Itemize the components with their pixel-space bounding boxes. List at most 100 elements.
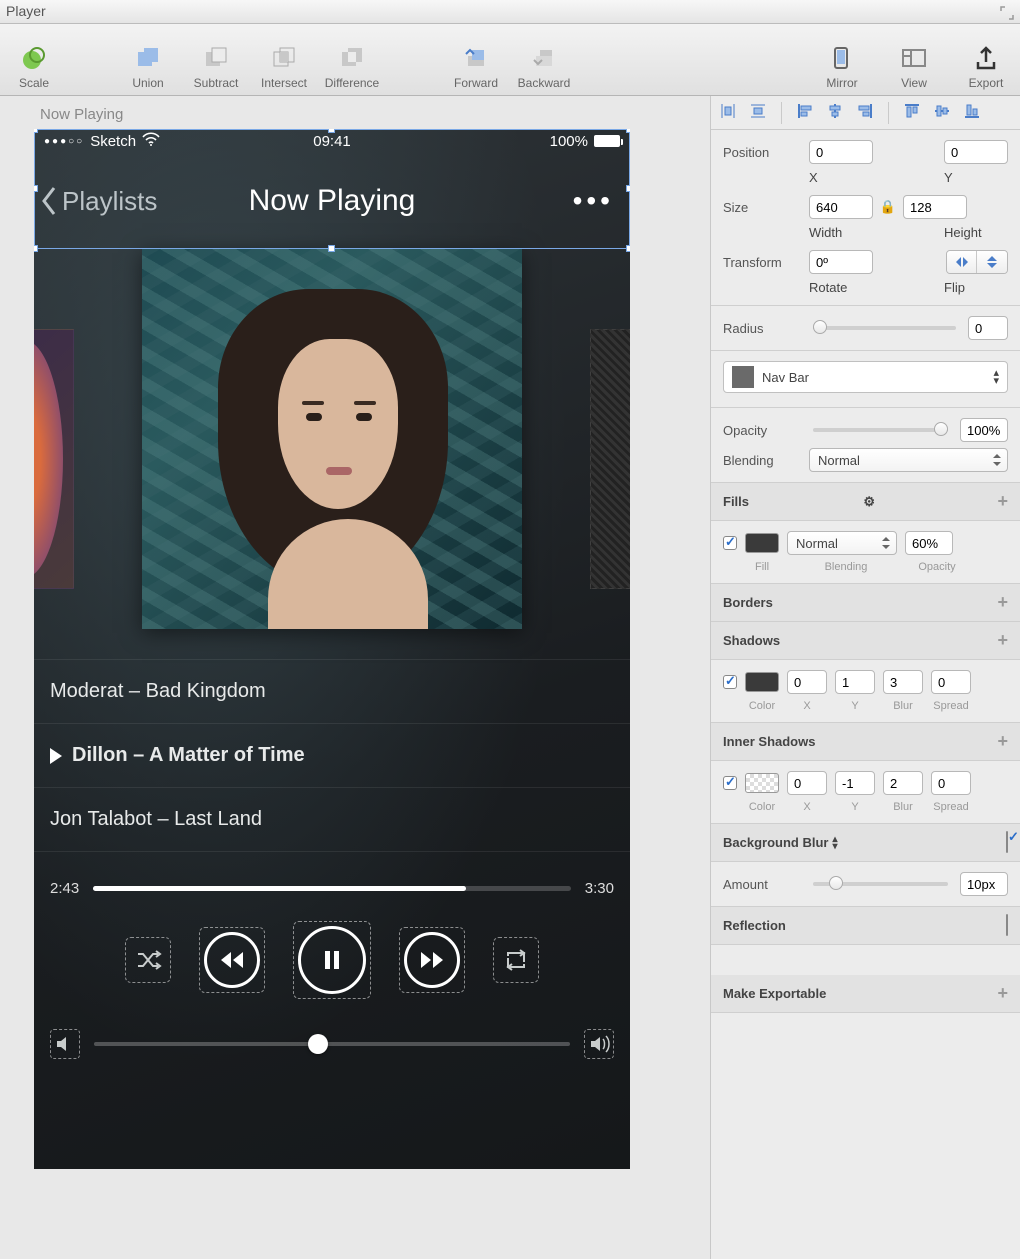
width-input[interactable]: [809, 195, 873, 219]
radius-slider[interactable]: [813, 326, 956, 330]
forward-button[interactable]: [404, 932, 460, 988]
reflection-checkbox[interactable]: [1006, 914, 1008, 936]
bgblur-checkbox[interactable]: [1006, 831, 1008, 853]
canvas[interactable]: Now Playing ●●●○○ Sketch 09:41 100%: [0, 96, 710, 1259]
artboard-label[interactable]: Now Playing: [40, 106, 710, 123]
view-button[interactable]: View: [884, 30, 944, 90]
radius-input[interactable]: [968, 316, 1008, 340]
bgblur-slider[interactable]: [813, 882, 948, 886]
shadow-blur-input[interactable]: [883, 670, 923, 694]
toolbar: Scale Union Subtract Intersect Differenc…: [0, 24, 1020, 96]
opacity-input[interactable]: [960, 418, 1008, 442]
blending-select[interactable]: Normal: [809, 448, 1008, 472]
chevron-updown-icon[interactable]: ▴▾: [832, 836, 837, 850]
subtract-icon: [202, 44, 230, 72]
inner-shadows-header: Inner Shadows +: [711, 723, 1020, 761]
fill-opacity-input[interactable]: [905, 531, 953, 555]
position-label: Position: [723, 145, 801, 160]
shadow-x-input[interactable]: [787, 670, 827, 694]
window-titlebar: Player: [0, 0, 1020, 24]
progress-track[interactable]: [93, 886, 571, 891]
backward-button[interactable]: Backward: [514, 30, 574, 90]
shadow-y-input[interactable]: [835, 670, 875, 694]
shadow-color-swatch[interactable]: [745, 672, 779, 692]
add-shadow-button[interactable]: +: [997, 630, 1008, 651]
inner-shadow-checkbox[interactable]: [723, 776, 737, 790]
mirror-button[interactable]: Mirror: [812, 30, 872, 90]
progress-bar[interactable]: 2:43 3:30: [50, 880, 614, 897]
inner-shadow-blur-input[interactable]: [883, 771, 923, 795]
position-x-input[interactable]: [809, 140, 873, 164]
lock-aspect-icon[interactable]: 🔒: [881, 198, 895, 216]
subtract-button[interactable]: Subtract: [186, 30, 246, 90]
inner-shadow-x-input[interactable]: [787, 771, 827, 795]
add-export-button[interactable]: +: [997, 983, 1008, 1004]
align-middle-icon[interactable]: [933, 102, 951, 123]
track-row[interactable]: Dillon – A Matter of Time: [34, 724, 630, 788]
add-border-button[interactable]: +: [997, 592, 1008, 613]
status-bar: ●●●○○ Sketch 09:41 100%: [34, 129, 630, 153]
more-button[interactable]: •••: [573, 185, 614, 217]
prev-album-cover[interactable]: [34, 329, 74, 589]
album-covers[interactable]: [34, 249, 630, 629]
align-center-h-icon[interactable]: [826, 102, 844, 123]
next-album-cover[interactable]: [590, 329, 630, 589]
align-toolbar: [711, 96, 1020, 130]
height-input[interactable]: [903, 195, 967, 219]
fill-checkbox[interactable]: [723, 536, 737, 550]
pause-button[interactable]: [298, 926, 366, 994]
inner-shadow-y-input[interactable]: [835, 771, 875, 795]
position-y-input[interactable]: [944, 140, 1008, 164]
back-button[interactable]: Playlists: [34, 186, 157, 217]
bgblur-header: Background Blur ▴▾: [711, 824, 1020, 862]
layer-style-select[interactable]: Nav Bar ▴▾: [723, 361, 1008, 393]
track-row[interactable]: Jon Talabot – Last Land: [34, 788, 630, 852]
scale-button[interactable]: Scale: [4, 30, 64, 90]
rewind-button[interactable]: [204, 932, 260, 988]
volume-track[interactable]: [94, 1042, 570, 1046]
gear-icon[interactable]: ⚙: [863, 494, 875, 510]
forward-button[interactable]: Forward: [446, 30, 506, 90]
nav-bar: Playlists Now Playing •••: [34, 153, 630, 249]
distribute-v-icon[interactable]: [749, 102, 767, 123]
intersect-button[interactable]: Intersect: [254, 30, 314, 90]
volume-high-icon[interactable]: [584, 1029, 614, 1059]
opacity-slider[interactable]: [813, 428, 948, 432]
shadow-spread-input[interactable]: [931, 670, 971, 694]
fill-blending-select[interactable]: Normal: [787, 531, 897, 555]
signal-dots-icon: ●●●○○: [44, 136, 84, 147]
inner-shadow-spread-input[interactable]: [931, 771, 971, 795]
expand-icon[interactable]: [1000, 4, 1014, 18]
bgblur-input[interactable]: [960, 872, 1008, 896]
track-row[interactable]: Moderat – Bad Kingdom: [34, 659, 630, 724]
add-inner-shadow-button[interactable]: +: [997, 731, 1008, 752]
export-button[interactable]: Export: [956, 30, 1016, 90]
align-top-icon[interactable]: [903, 102, 921, 123]
align-right-icon[interactable]: [856, 102, 874, 123]
difference-button[interactable]: Difference: [322, 30, 382, 90]
time-total: 3:30: [585, 880, 614, 897]
volume-low-icon[interactable]: [50, 1029, 80, 1059]
view-icon: [900, 44, 928, 72]
flip-h-button[interactable]: [947, 251, 977, 273]
add-fill-button[interactable]: +: [997, 491, 1008, 512]
time-elapsed: 2:43: [50, 880, 79, 897]
shuffle-button[interactable]: [130, 942, 166, 978]
chevron-left-icon: [40, 186, 58, 216]
nav-title: Now Playing: [249, 184, 416, 218]
align-left-icon[interactable]: [796, 102, 814, 123]
current-album-cover[interactable]: [142, 249, 522, 629]
battery-icon: [594, 135, 620, 147]
fill-color-swatch[interactable]: [745, 533, 779, 553]
volume-bar[interactable]: [50, 1029, 614, 1059]
shadow-checkbox[interactable]: [723, 675, 737, 689]
rotate-input[interactable]: [809, 250, 873, 274]
flip-v-button[interactable]: [977, 251, 1007, 273]
artboard-now-playing[interactable]: ●●●○○ Sketch 09:41 100% Playlists Now Pl…: [34, 129, 630, 1169]
align-bottom-icon[interactable]: [963, 102, 981, 123]
union-button[interactable]: Union: [118, 30, 178, 90]
distribute-h-icon[interactable]: [719, 102, 737, 123]
radius-label: Radius: [723, 321, 801, 336]
inner-shadow-color-swatch[interactable]: [745, 773, 779, 793]
repeat-button[interactable]: [498, 942, 534, 978]
